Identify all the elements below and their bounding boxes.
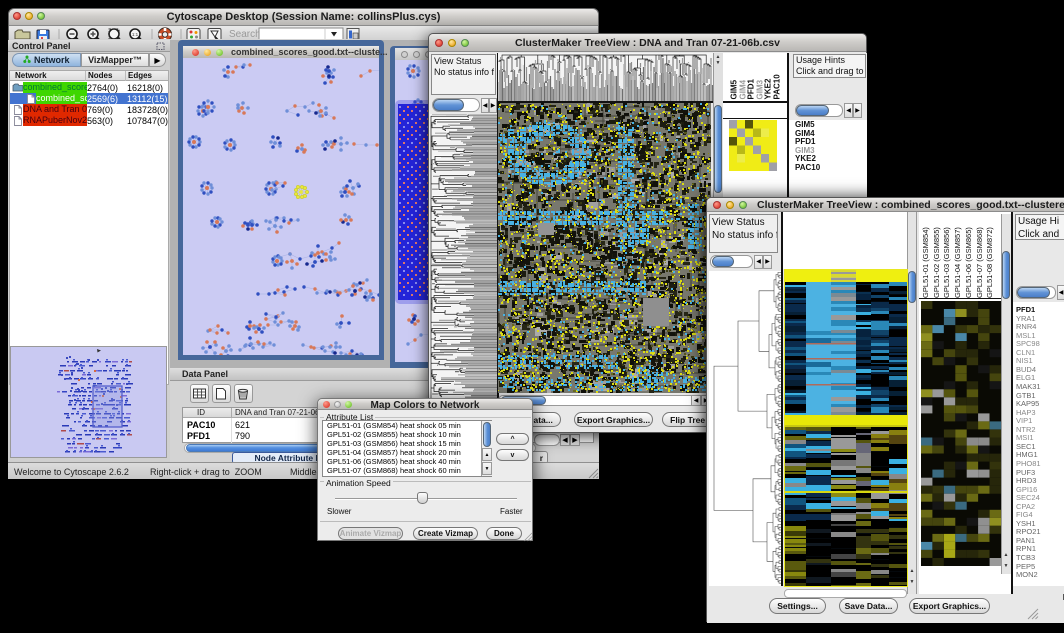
svg-text:Search:: Search: <box>229 29 263 39</box>
svg-text:1:1: 1:1 <box>132 32 139 37</box>
